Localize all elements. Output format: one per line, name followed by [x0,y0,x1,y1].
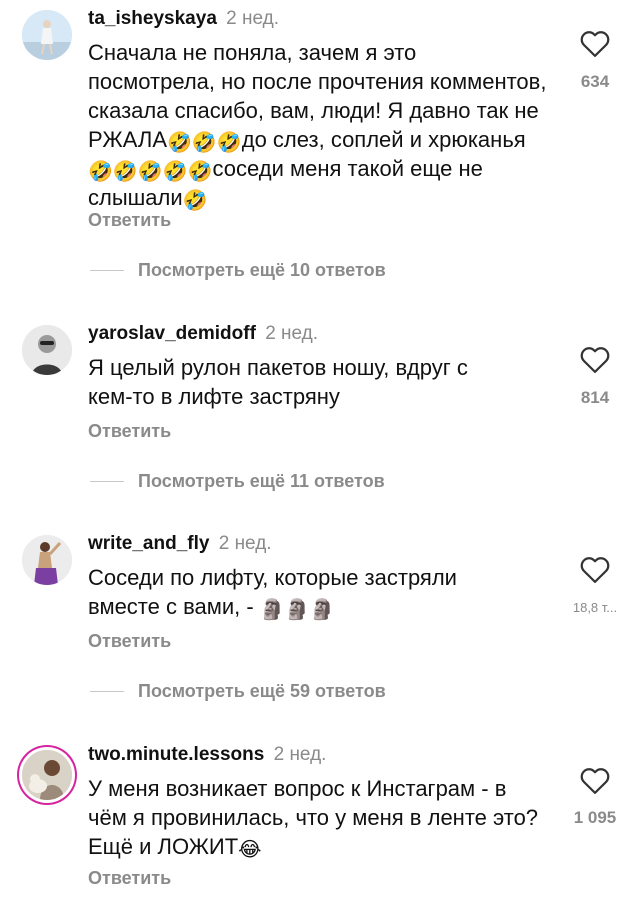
like-count: 634 [580,72,610,91]
divider [90,691,124,692]
timestamp: 2 нед. [226,8,280,29]
reply-button[interactable]: Ответить [88,631,171,652]
comment-meta: ta_isheyskaya 2 нед. [88,8,279,30]
reply-button[interactable]: Ответить [88,421,171,442]
timestamp: 2 нед. [218,533,272,554]
comment-meta: yaroslav_demidoff 2 нед. [88,323,318,345]
avatar-photo [22,10,72,60]
like-count: 814 [580,388,610,407]
avatar[interactable] [22,325,72,375]
reply-button[interactable]: Ответить [88,210,171,231]
username[interactable]: two.minute.lessons [88,744,264,765]
comment-text: Я целый рулон пакетов ношу, вдруг с кем-… [88,353,518,411]
heart-outline-icon[interactable] [580,30,610,58]
view-more-replies-label: Посмотреть ещё 11 ответов [138,471,385,491]
comment-text-part: до слез, соплей и хрюканья [241,127,526,152]
like-count: 18,8 т... [572,600,618,615]
username[interactable]: yaroslav_demidoff [88,323,256,344]
reply-button[interactable]: Ответить [88,868,171,889]
heart-outline-icon[interactable] [580,556,610,584]
rofl-emoji: 🤣🤣🤣 [167,130,242,154]
avatar[interactable] [22,750,72,800]
avatar[interactable] [22,10,72,60]
timestamp: 2 нед. [265,323,319,344]
view-more-replies[interactable]: Посмотреть ещё 10 ответов [90,260,386,281]
comment-text: Соседи по лифту, которые застряли вместе… [88,563,508,621]
divider [90,270,124,271]
avatar-photo [22,535,72,585]
comment-text-part: У меня возникает вопрос к Инстаграм - в … [88,776,539,859]
rofl-emoji: 🤣 [182,188,208,212]
avatar-photo [22,325,72,375]
rofl-emoji: 🤣🤣🤣🤣🤣 [88,159,213,183]
comment-text: Сначала не поняла, зачем я это посмотрел… [88,38,548,212]
heart-outline-icon[interactable] [580,346,610,374]
avatar-photo [22,750,72,800]
heart-outline-icon[interactable] [580,767,610,795]
username[interactable]: ta_isheyskaya [88,8,217,29]
comment-meta: two.minute.lessons 2 нед. [88,744,326,766]
comment-text-part: Я целый рулон пакетов ношу, вдруг с кем-… [88,355,468,409]
tears-of-joy-emoji: 😂 [238,837,262,861]
divider [90,481,124,482]
view-more-replies[interactable]: Посмотреть ещё 59 ответов [90,681,386,702]
username[interactable]: write_and_fly [88,533,209,554]
view-more-replies[interactable]: Посмотреть ещё 11 ответов [90,471,385,492]
comment-text: У меня возникает вопрос к Инстаграм - в … [88,774,548,861]
comment-meta: write_and_fly 2 нед. [88,533,272,555]
moai-emoji: 🗿🗿🗿 [259,597,335,621]
like-count: 1 095 [573,808,617,827]
view-more-replies-label: Посмотреть ещё 10 ответов [138,260,386,280]
timestamp: 2 нед. [273,744,327,765]
view-more-replies-label: Посмотреть ещё 59 ответов [138,681,386,701]
avatar[interactable] [22,535,72,585]
